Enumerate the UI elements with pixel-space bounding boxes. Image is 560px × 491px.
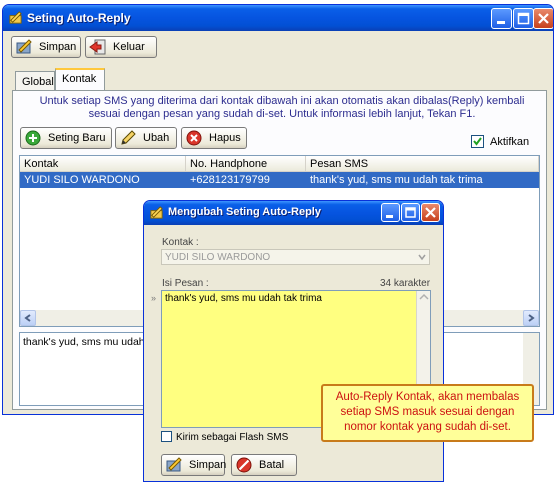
dialog-save-button[interactable]: Simpan [161,454,227,476]
kontak-label: Kontak : [162,237,199,248]
dialog-title-bar[interactable]: Mengubah Seting Auto-Reply [144,201,443,225]
char-count: 34 karakter [380,278,431,289]
maximize-button[interactable] [513,8,534,29]
minimize-icon [386,215,393,218]
cell-phone: +628123179799 [190,174,270,186]
save-icon [166,457,182,472]
column-header-pesan[interactable]: Pesan SMS [306,156,539,172]
dialog-maximize-button[interactable] [401,203,420,222]
new-setting-button[interactable]: Seting Baru [20,127,112,149]
scroll-left-button[interactable] [20,310,36,326]
dialog-cancel-button[interactable]: Batal [231,454,297,476]
toolbar-save-button[interactable]: Simpan [11,36,81,58]
info-callout: Auto-Reply Kontak, akan membalas setiap … [321,384,534,442]
cell-pesan: thank's yud, sms mu udah tak trima [310,174,483,186]
toolbar-exit-button[interactable]: Keluar [85,36,157,58]
scroll-right-button[interactable] [523,310,539,326]
dialog-save-label: Simpan [189,459,227,471]
close-icon [425,207,436,218]
arrow-left-icon [24,314,31,322]
tab-global[interactable]: Global [15,71,55,91]
delete-label: Hapus [209,132,241,144]
minimize-button[interactable] [491,8,512,29]
tab-kontak[interactable]: Kontak [55,68,105,90]
column-header-kontak[interactable]: Kontak [20,156,186,172]
minimize-icon [497,21,505,24]
dialog-close-button[interactable] [421,203,440,222]
edit-label: Ubah [143,132,170,144]
flash-sms-label: Kirim sebagai Flash SMS [176,432,289,443]
app-pencil-icon [9,11,22,24]
column-header-phone[interactable]: No. Handphone [186,156,306,172]
kontak-combobox-value: YUDI SILO WARDONO [165,252,271,263]
add-icon [25,130,41,146]
close-icon [538,13,549,24]
checkmark-icon [473,137,482,146]
save-icon [16,39,32,54]
cell-kontak: YUDI SILO WARDONO [24,174,140,186]
kontak-combobox[interactable]: YUDI SILO WARDONO [161,249,430,265]
delete-icon [186,130,202,146]
memo-bullet-icon: » [151,293,157,303]
new-setting-label: Seting Baru [48,132,106,144]
main-title-bar[interactable]: Seting Auto-Reply [3,5,553,31]
dialog-minimize-button[interactable] [381,203,400,222]
delete-button[interactable]: Hapus [181,127,247,149]
close-button[interactable] [533,8,553,29]
isi-pesan-label: Isi Pesan : [162,278,209,289]
edit-button[interactable]: Ubah [115,127,177,149]
maximize-icon [517,12,530,25]
active-label: Aktifkan [490,136,530,148]
chevron-down-icon [418,254,426,261]
toolbar-exit-label: Keluar [113,41,145,53]
scroll-up-icon [419,293,429,300]
dialog-pencil-icon [150,206,163,219]
toolbar-save-label: Simpan [39,41,77,53]
preview-text: thank's yud, sms mu udah [23,336,145,348]
cancel-icon [236,457,252,473]
callout-text: Auto-Reply Kontak, akan membalas setiap … [335,391,520,433]
dialog-cancel-label: Batal [259,459,285,471]
active-checkbox[interactable] [471,135,484,148]
maximize-icon [405,207,416,218]
message-text: thank's yud, sms mu udah tak trima [165,293,322,304]
main-window-title: Seting Auto-Reply [27,11,131,25]
info-text: Untuk setiap SMS yang diterima dari kont… [39,95,525,120]
flash-sms-checkbox[interactable] [161,431,172,442]
exit-icon [89,39,106,55]
dialog-title: Mengubah Seting Auto-Reply [168,206,321,218]
arrow-right-icon [528,314,535,322]
table-row[interactable]: YUDI SILO WARDONO +628123179799 thank's … [20,172,539,188]
edit-pencil-icon [121,130,136,145]
